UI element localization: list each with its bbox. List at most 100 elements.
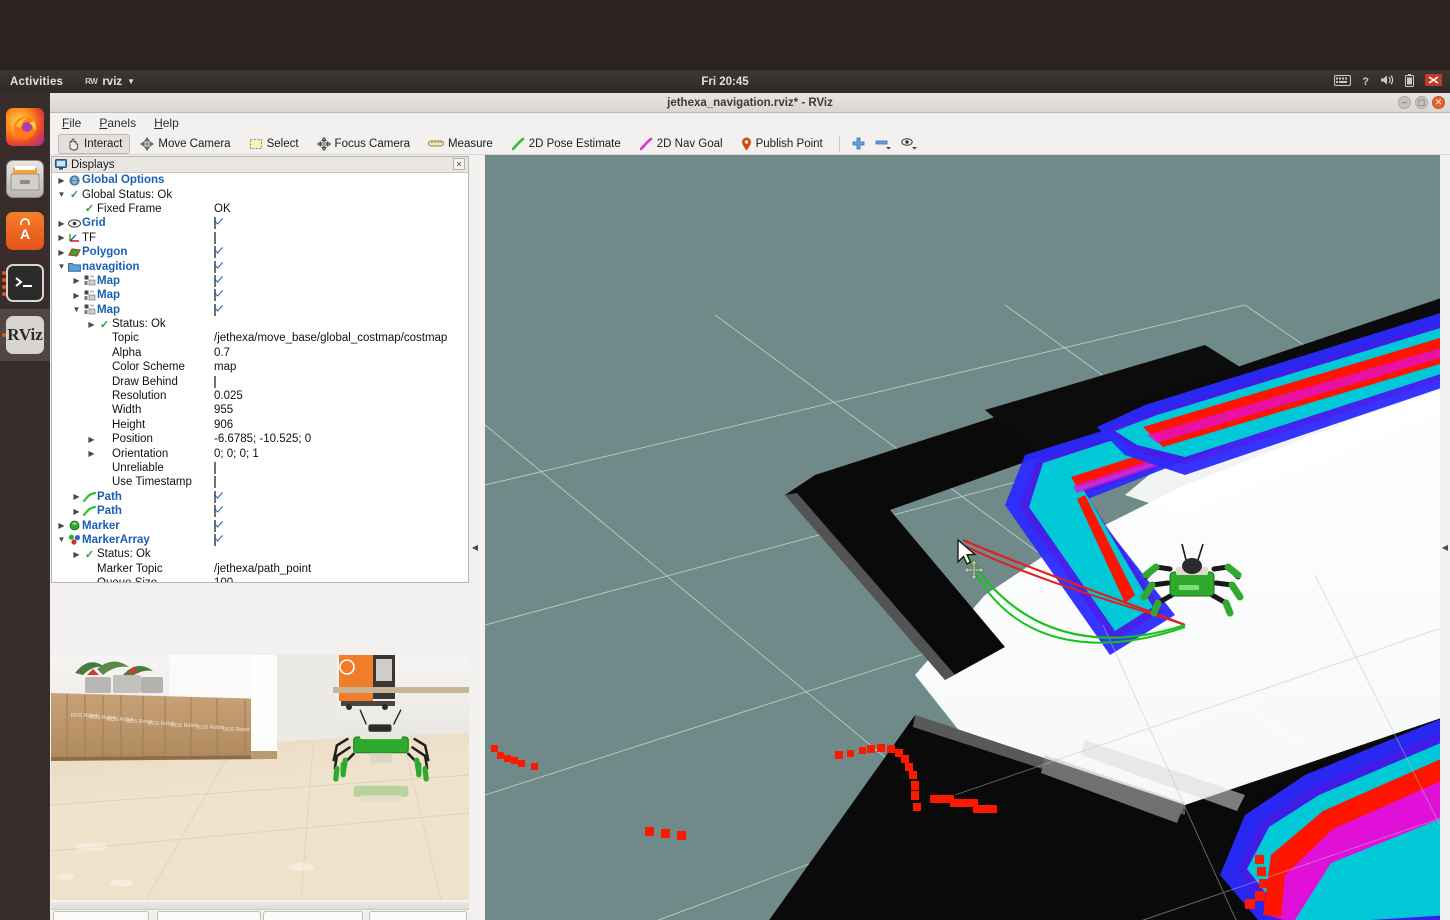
display-row[interactable]: Path	[52, 504, 468, 518]
display-row[interactable]: Marker	[52, 518, 468, 532]
display-row-value[interactable]	[212, 462, 468, 474]
collapse-left-arrow-icon[interactable]: ◀	[472, 543, 478, 552]
collapse-right-arrow-icon[interactable]: ◀	[1442, 543, 1448, 552]
dock-item-rviz[interactable]: RViz	[0, 309, 50, 361]
display-row-value[interactable]	[212, 246, 468, 259]
display-row[interactable]: Map	[52, 303, 468, 317]
chevron-right-icon[interactable]	[71, 507, 82, 516]
tool-2d-pose-estimate[interactable]: 2D Pose Estimate	[503, 134, 629, 154]
chevron-right-icon[interactable]	[56, 248, 67, 257]
display-row[interactable]: Width 955	[52, 403, 468, 417]
display-row-value[interactable]	[212, 533, 468, 546]
display-row[interactable]: navagition	[52, 259, 468, 273]
display-row-value[interactable]	[212, 274, 468, 287]
display-row-checkbox[interactable]	[214, 490, 216, 503]
display-row[interactable]: Height 906	[52, 418, 468, 432]
display-row-checkbox[interactable]	[214, 476, 216, 489]
dock-item-terminal[interactable]	[0, 257, 50, 309]
display-row-value[interactable]	[212, 490, 468, 503]
tool-move-camera[interactable]: Move Camera	[132, 134, 238, 154]
bottom-tab-3[interactable]	[263, 911, 363, 920]
display-row[interactable]: Marker Topic/jethexa/path_point	[52, 562, 468, 576]
display-row[interactable]: MarkerArray	[52, 533, 468, 547]
display-row-checkbox[interactable]	[214, 375, 216, 388]
display-row[interactable]: Position -6.6785; -10.525; 0	[52, 432, 468, 446]
tool-publish-point[interactable]: Publish Point	[733, 134, 831, 154]
display-row[interactable]: Global Options	[52, 173, 468, 187]
display-row-value[interactable]	[212, 289, 468, 302]
display-row[interactable]: Orientation 0; 0; 0; 1	[52, 446, 468, 460]
display-row-checkbox[interactable]	[214, 533, 216, 546]
display-row-value[interactable]	[212, 260, 468, 273]
chevron-down-icon[interactable]	[56, 535, 67, 544]
chevron-right-icon[interactable]	[71, 276, 82, 285]
display-row[interactable]: Path	[52, 490, 468, 504]
tool-2d-nav-goal[interactable]: 2D Nav Goal	[631, 134, 731, 154]
display-row[interactable]: Alpha 0.7	[52, 346, 468, 360]
display-row[interactable]: ✓Status: Ok	[52, 547, 468, 561]
tool-properties-button[interactable]	[897, 135, 921, 152]
display-row-checkbox[interactable]	[214, 274, 216, 287]
clock[interactable]: Fri 20:45	[0, 76, 1450, 88]
view-splitter-right[interactable]: ◀	[1440, 155, 1450, 920]
add-tool-button[interactable]	[848, 135, 869, 152]
menu-panels[interactable]: Panels	[99, 116, 136, 130]
display-row[interactable]: Use Timestamp	[52, 475, 468, 489]
display-row-value[interactable]	[212, 217, 468, 230]
chevron-down-icon[interactable]	[56, 190, 67, 199]
display-row-checkbox[interactable]	[214, 519, 216, 532]
tool-measure[interactable]: Measure	[420, 135, 501, 153]
tool-select[interactable]: Select	[241, 135, 307, 153]
rviz-3d-view[interactable]	[485, 155, 1450, 920]
display-row[interactable]: Resolution 0.025	[52, 389, 468, 403]
display-row-checkbox[interactable]	[214, 289, 216, 302]
chevron-down-icon[interactable]	[56, 262, 67, 271]
bottom-tab-2[interactable]	[157, 911, 261, 920]
display-row[interactable]: ✓ Fixed Frame OK	[52, 202, 468, 216]
display-row[interactable]: ✓Status: Ok	[52, 317, 468, 331]
tool-interact[interactable]: Interact	[58, 133, 131, 154]
chevron-right-icon[interactable]	[71, 550, 82, 559]
close-button[interactable]: ✕	[1432, 96, 1445, 109]
bottom-tab-1[interactable]	[53, 911, 149, 920]
dock-item-firefox[interactable]	[0, 101, 50, 153]
display-row-value[interactable]	[212, 303, 468, 316]
maximize-button[interactable]: ◻	[1415, 96, 1428, 109]
camera-image-panel[interactable]: ROS Robot ROS Robot ROS Robot ROS Robot …	[51, 655, 469, 900]
bottom-tab-4[interactable]	[369, 911, 467, 920]
view-splitter-left[interactable]: ◀	[470, 155, 480, 920]
display-row[interactable]: Queue Size 100	[52, 576, 468, 582]
display-row[interactable]: Polygon	[52, 245, 468, 259]
displays-close-button[interactable]: ×	[453, 158, 465, 170]
display-row[interactable]: Draw Behind	[52, 374, 468, 388]
display-row-value[interactable]	[212, 476, 468, 489]
network-off-icon[interactable]	[1425, 74, 1442, 89]
battery-icon[interactable]	[1405, 73, 1414, 90]
chevron-right-icon[interactable]	[56, 233, 67, 242]
minimize-button[interactable]: –	[1398, 96, 1411, 109]
display-row[interactable]: Color Scheme map	[52, 360, 468, 374]
chevron-right-icon[interactable]	[86, 320, 97, 329]
display-row-value[interactable]	[212, 231, 468, 244]
chevron-right-icon[interactable]	[71, 492, 82, 501]
chevron-right-icon[interactable]	[86, 435, 97, 444]
keyboard-icon[interactable]	[1334, 74, 1352, 89]
display-row[interactable]: Map	[52, 274, 468, 288]
tool-focus-camera[interactable]: Focus Camera	[309, 134, 418, 154]
chevron-right-icon[interactable]	[71, 291, 82, 300]
display-row-checkbox[interactable]	[214, 260, 216, 273]
remove-tool-button[interactable]	[871, 135, 895, 152]
dock-item-ubuntu-software[interactable]: A	[0, 205, 50, 257]
display-row[interactable]: TF	[52, 231, 468, 245]
chevron-down-icon[interactable]	[71, 305, 82, 314]
chevron-right-icon[interactable]	[56, 219, 67, 228]
display-row[interactable]: Grid	[52, 216, 468, 230]
panel-splitter-horizontal[interactable]	[51, 584, 469, 654]
menu-help[interactable]: Help	[154, 116, 179, 130]
chevron-right-icon[interactable]	[86, 449, 97, 458]
display-row[interactable]: ✓Global Status: Ok	[52, 187, 468, 202]
displays-tree[interactable]: Global Options✓Global Status: Ok✓Fixed F…	[52, 173, 468, 582]
dock-item-files[interactable]	[0, 153, 50, 205]
display-row-checkbox[interactable]	[214, 246, 216, 259]
display-row[interactable]: Topic/jethexa/move_base/global_costmap/c…	[52, 331, 468, 345]
